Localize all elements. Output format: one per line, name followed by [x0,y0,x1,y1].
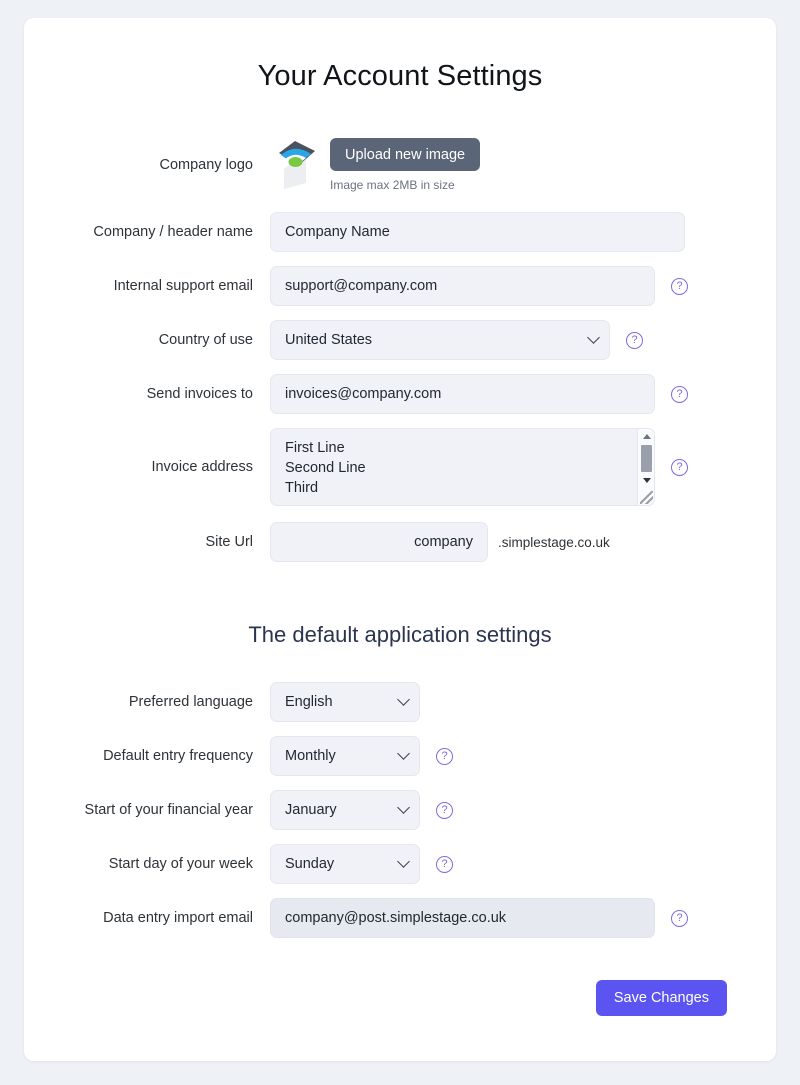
company-name-label: Company / header name [93,223,253,240]
textarea-resize-handle[interactable] [640,491,653,504]
financial-year-label: Start of your financial year [84,801,253,818]
page-title: Your Account Settings [257,60,543,92]
entry-frequency-help-icon[interactable]: ? [436,747,453,765]
week-start-help-icon[interactable]: ? [436,855,453,873]
entry-frequency-label: Default entry frequency [103,747,253,764]
entry-frequency-select-wrap: Monthly [270,736,420,776]
company-logo-label: Company logo [159,156,254,173]
country-help-icon[interactable]: ? [626,331,643,349]
financial-year-help-icon[interactable]: ? [436,801,453,819]
section-title: The default application settings [248,622,552,647]
scroll-up-icon[interactable] [638,429,655,444]
language-row: Preferred language English ? [24,682,776,722]
company-name-input[interactable] [270,212,685,252]
site-url-suffix: .simplestage.co.uk [498,534,610,550]
week-start-row: Start day of your week Sunday ? [24,844,776,884]
invoice-address-label: Invoice address [151,458,253,475]
company-logo-image [270,139,320,191]
company-logo-row: Company logo Upload new image Image max … [24,138,776,192]
scrollbar-thumb[interactable] [641,445,652,472]
invoice-address-textarea[interactable]: First Line Second Line Third [270,428,655,506]
import-email-input[interactable] [270,898,655,938]
financial-year-select-wrap: January [270,790,420,830]
invoice-address-row: Invoice address First Line Second Line T… [24,428,776,506]
country-label: Country of use [158,331,253,348]
import-email-row: Data entry import email ? [24,898,776,938]
company-name-row: Company / header name ? [24,212,776,252]
invoice-address-help-icon[interactable]: ? [671,458,688,476]
site-url-row: Site Url .simplestage.co.uk [24,522,776,562]
upload-size-hint: Image max 2MB in size [330,178,455,192]
account-settings-card: Your Account Settings Company logo Uploa… [24,18,776,1061]
invoice-email-row: Send invoices to ? [24,374,776,414]
import-email-label: Data entry import email [103,909,253,926]
support-email-label: Internal support email [113,277,253,294]
import-email-help-icon[interactable]: ? [671,909,688,927]
country-select-wrap: United States [270,320,610,360]
save-row: Save Changes [24,952,776,1016]
financial-year-select[interactable]: January [270,790,420,830]
support-email-input[interactable] [270,266,655,306]
language-select-wrap: English [270,682,420,722]
entry-frequency-select[interactable]: Monthly [270,736,420,776]
scroll-down-icon[interactable] [638,473,655,488]
country-row: Country of use United States ? [24,320,776,360]
invoice-email-input[interactable] [270,374,655,414]
week-start-select-wrap: Sunday [270,844,420,884]
invoice-email-help-icon[interactable]: ? [671,385,688,403]
week-start-select[interactable]: Sunday [270,844,420,884]
country-select[interactable]: United States [270,320,610,360]
support-email-help-icon[interactable]: ? [671,277,688,295]
support-email-row: Internal support email ? [24,266,776,306]
week-start-label: Start day of your week [108,855,253,872]
entry-frequency-row: Default entry frequency Monthly ? [24,736,776,776]
save-changes-button[interactable]: Save Changes [595,980,727,1016]
site-url-label: Site Url [205,533,253,550]
financial-year-row: Start of your financial year January ? [24,790,776,830]
language-select[interactable]: English [270,682,420,722]
upload-new-image-button[interactable]: Upload new image [330,138,481,171]
language-label: Preferred language [128,693,253,710]
site-url-input[interactable] [270,522,488,562]
invoice-address-wrap: First Line Second Line Third [270,428,655,506]
invoice-email-label: Send invoices to [146,385,253,402]
